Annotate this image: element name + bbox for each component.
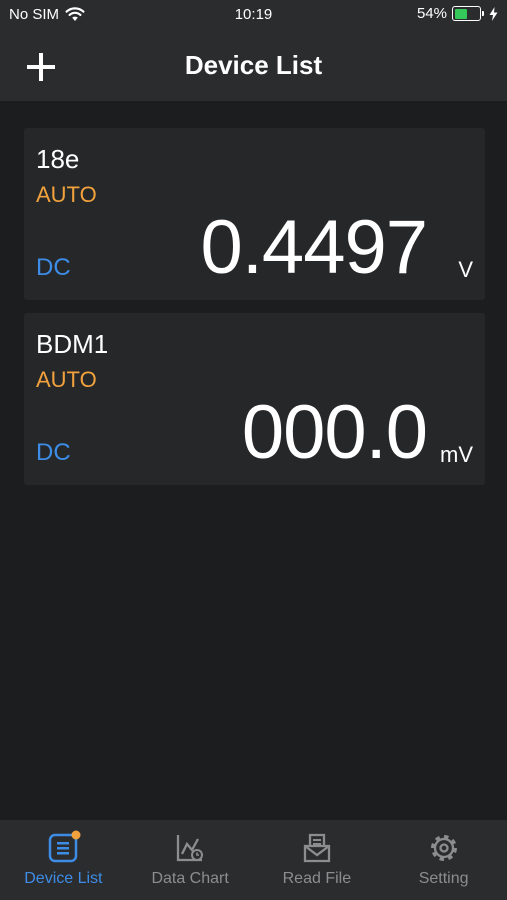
tab-read-file[interactable]: Read File [254,820,381,900]
charging-bolt-icon [489,6,498,21]
status-bar: No SIM 10:19 54% [0,0,507,30]
device-name: 18e [36,144,80,174]
tab-data-chart[interactable]: Data Chart [127,820,254,900]
measurement-mode: DC [36,254,71,281]
gear-icon [430,835,457,861]
range-mode: AUTO [36,182,97,207]
tab-bar: Device List Data Chart Read File Setting [0,820,507,900]
device-card[interactable]: 18e AUTO DC 0.4497 V [24,128,485,300]
measurement-reading: 0.4497 [200,205,428,290]
battery-status: 54% [417,5,498,22]
read-file-icon [303,833,331,863]
tab-label: Data Chart [151,870,229,887]
device-name: BDM1 [36,329,109,359]
tab-setting[interactable]: Setting [380,820,507,900]
device-list-icon [49,830,81,863]
data-chart-icon [176,835,204,862]
measurement-reading: 000.0 [241,390,428,475]
tab-label: Read File [282,870,352,887]
page-title: Device List [184,50,323,80]
top-bar: No SIM 10:19 54% Device List [0,0,507,101]
measurement-unit: mV [440,442,473,467]
measurement-mode: DC [36,439,71,466]
measurement-unit: V [458,257,473,282]
range-mode: AUTO [36,367,97,392]
tab-label: Device List [24,870,103,887]
device-card[interactable]: BDM1 AUTO DC 000.0 mV [24,313,485,485]
tab-label: Setting [418,870,469,887]
navigation-bar: Device List [0,30,507,101]
battery-level-fill [454,8,468,19]
battery-percent: 54% [416,5,447,22]
tab-device-list[interactable]: Device List [0,820,127,900]
battery-icon [452,6,484,21]
